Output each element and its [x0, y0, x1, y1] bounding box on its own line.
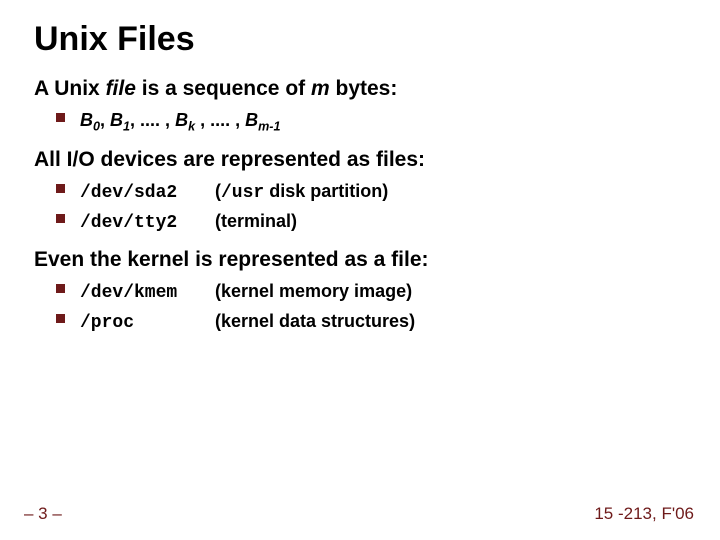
section-heading-0: A Unix file is a sequence of m bytes:: [34, 77, 686, 101]
list-item: /dev/kmem (kernel memory image): [80, 278, 686, 306]
list-item: /dev/sda2 (/usr disk partition): [80, 178, 686, 206]
course-tag: 15 -213, F'06: [594, 504, 694, 524]
list-item: B0, B1, .... , Bk , .... , Bm-1: [80, 107, 686, 136]
list-item: /proc (kernel data structures): [80, 308, 686, 336]
page-number: – 3 –: [24, 504, 62, 524]
bullet-list-1: /dev/sda2 (/usr disk partition) /dev/tty…: [34, 178, 686, 236]
bullet-list-2: /dev/kmem (kernel memory image) /proc (k…: [34, 278, 686, 336]
slide: Unix Files A Unix file is a sequence of …: [0, 0, 720, 540]
list-item: /dev/tty2 (terminal): [80, 208, 686, 236]
bullet-list-0: B0, B1, .... , Bk , .... , Bm-1: [34, 107, 686, 136]
slide-title: Unix Files: [34, 20, 686, 59]
section-heading-2: Even the kernel is represented as a file…: [34, 248, 686, 272]
section-heading-1: All I/O devices are represented as files…: [34, 148, 686, 172]
